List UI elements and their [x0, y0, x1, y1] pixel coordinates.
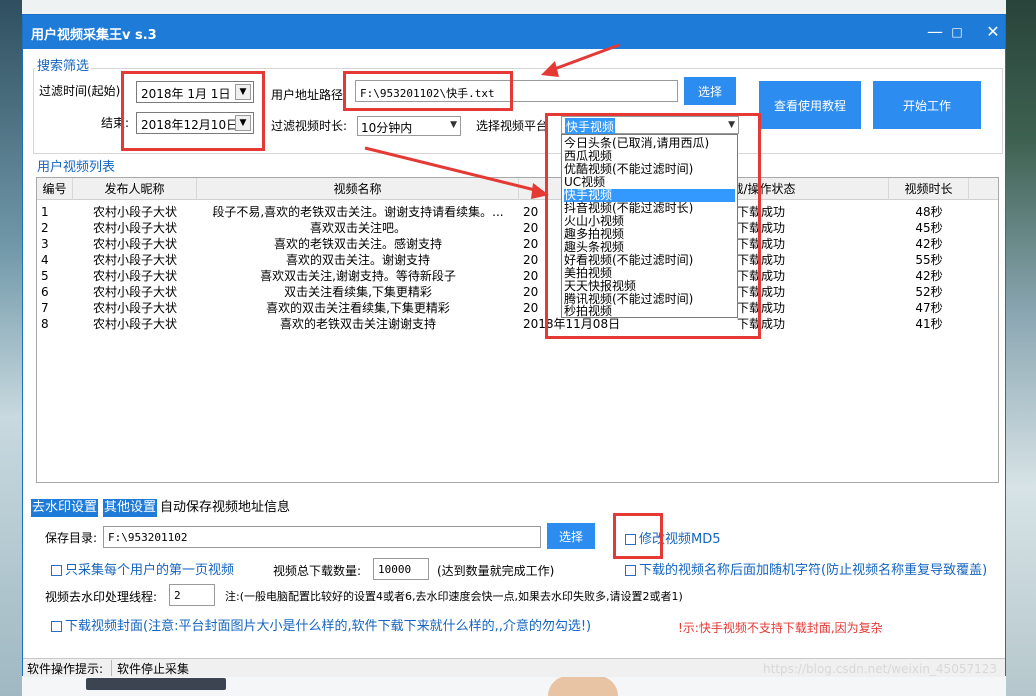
annotation-arrows — [364, 43, 620, 199]
arrow-to-path — [548, 43, 620, 73]
arrow-head-icon — [541, 61, 559, 77]
arrow-to-platform — [364, 146, 540, 193]
arrow-head-icon — [531, 183, 549, 199]
desktop-background-left — [0, 0, 22, 696]
app-window: 用户视频采集王v s.3 — □ ✕ 搜索筛选 过滤时间(起始): 2018年 … — [22, 14, 1006, 677]
desktop-background-right — [1006, 0, 1036, 696]
background-window-thumbnail — [86, 678, 226, 690]
background-figure — [548, 676, 618, 696]
desktop-background-top — [22, 0, 1006, 14]
